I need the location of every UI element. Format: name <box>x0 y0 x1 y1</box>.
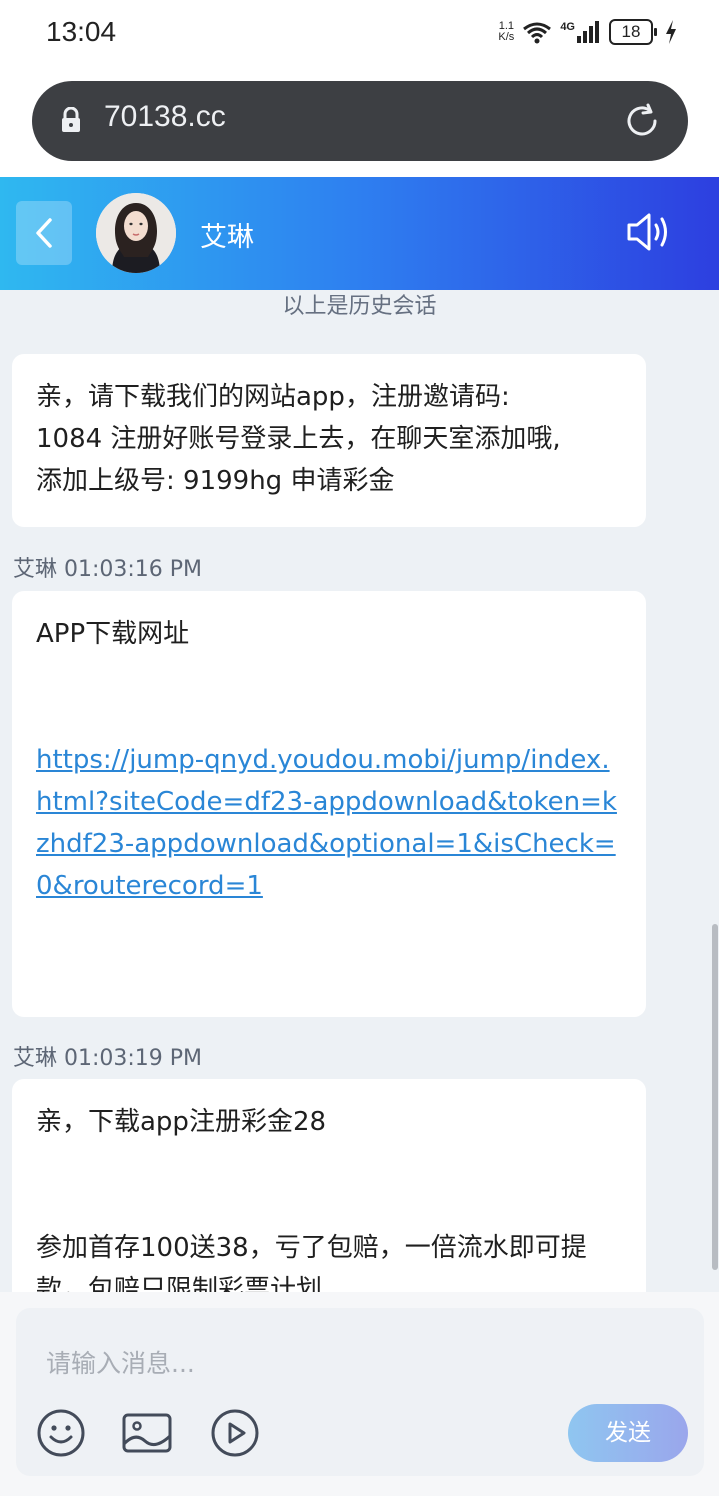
message-text-line: 款，包赔只限制彩票计划 <box>36 1275 323 1292</box>
message-text-line: 亲，请下载我们的网站app，注册邀请码: <box>36 382 510 412</box>
chat-header: 艾琳 <box>0 177 719 290</box>
charging-bolt-icon <box>666 20 676 44</box>
wifi-icon <box>523 22 552 44</box>
back-button[interactable] <box>16 201 72 265</box>
message-title: APP下载网址 <box>36 619 190 649</box>
avatar[interactable] <box>96 193 176 273</box>
chevron-left-icon <box>36 218 52 248</box>
message-bubble: APP下载网址 https://jump-qnyd.youdou.mobi/ju… <box>12 591 646 1017</box>
message-text-line: 添加上级号: 9199hg 申请彩金 <box>36 466 395 496</box>
contact-name: 艾琳 <box>200 222 254 253</box>
status-time: 13:04 <box>46 16 117 47</box>
avatar-portrait <box>96 193 176 273</box>
composer-box: 发送 <box>16 1308 704 1476</box>
speaker-icon[interactable] <box>625 211 673 253</box>
browser-toolbar: 70138.cc <box>0 66 719 177</box>
status-icons: 1.1 K/s 4G 18 <box>498 14 677 50</box>
message-text-line: 1084 注册好账号登录上去，在聊天室添加哦, <box>36 424 561 454</box>
message-input[interactable] <box>44 1342 548 1384</box>
battery-indicator: 18 <box>609 19 657 45</box>
emoji-button[interactable] <box>34 1406 88 1460</box>
cellular-signal-icon: 4G <box>560 21 601 43</box>
message-bubble: 亲，下载app注册彩金28 参加首存100送38，亏了包赔，一倍流水即可提 款，… <box>12 1079 646 1292</box>
send-button[interactable]: 发送 <box>568 1404 688 1462</box>
message-text-line: 参加首存100送38，亏了包赔，一倍流水即可提 <box>36 1233 587 1263</box>
smiley-icon <box>37 1409 85 1457</box>
message-composer: 发送 <box>0 1292 719 1496</box>
message-list[interactable]: 以上是历史会话 亲，请下载我们的网站app，注册邀请码: 1084 注册好账号登… <box>0 290 719 1292</box>
net-speed: 1.1 K/s <box>498 20 515 43</box>
lock-icon <box>62 107 80 132</box>
image-button[interactable] <box>120 1406 174 1460</box>
history-divider: 以上是历史会话 <box>282 294 437 319</box>
play-icon <box>211 1409 259 1457</box>
reload-icon[interactable] <box>622 101 662 141</box>
message-sender-time: 艾琳 01:03:19 PM <box>13 1046 203 1071</box>
status-bar: 13:04 1.1 K/s 4G 18 <box>0 0 719 66</box>
address-bar[interactable]: 70138.cc <box>32 81 688 161</box>
image-icon <box>122 1413 172 1453</box>
message-sender-time: 艾琳 01:03:16 PM <box>13 557 203 582</box>
video-button[interactable] <box>208 1406 262 1460</box>
url-text[interactable]: 70138.cc <box>104 100 226 134</box>
message-title: 亲，下载app注册彩金28 <box>36 1107 327 1137</box>
download-link[interactable]: https://jump-qnyd.youdou.mobi/jump/index… <box>36 745 617 901</box>
message-bubble: 亲，请下载我们的网站app，注册邀请码: 1084 注册好账号登录上去，在聊天室… <box>12 354 646 527</box>
scrollbar-thumb[interactable] <box>712 924 718 1270</box>
